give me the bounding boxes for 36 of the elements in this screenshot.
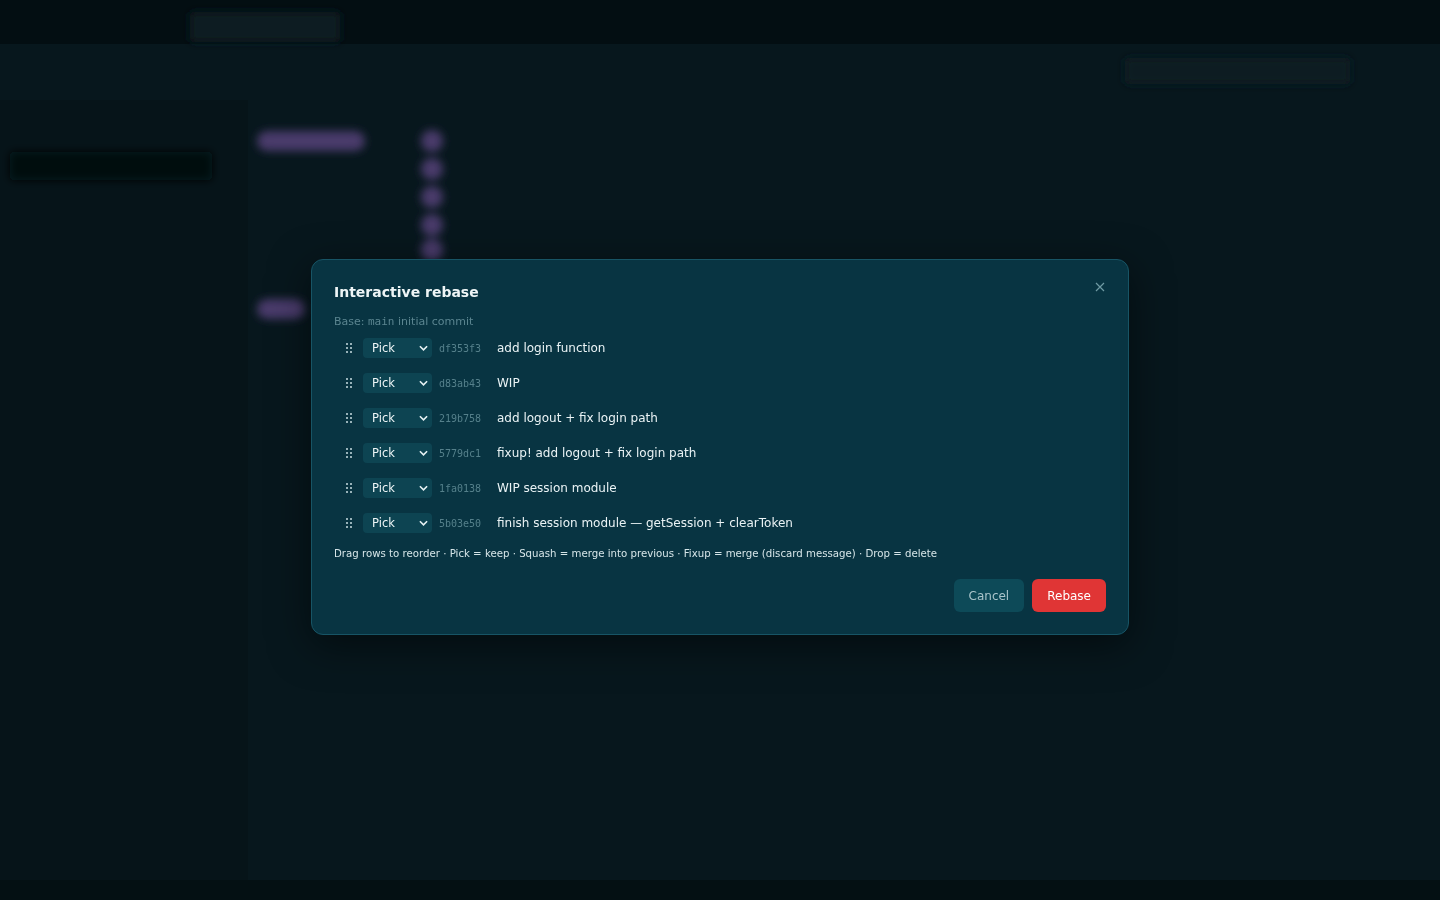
drag-handle-icon[interactable] bbox=[346, 448, 352, 458]
action-dropdown[interactable]: Pick bbox=[363, 443, 432, 463]
commit-hash: 5b03e50 bbox=[439, 517, 483, 529]
chevron-icon bbox=[419, 450, 428, 456]
commit-message: add logout + fix login path bbox=[497, 411, 658, 425]
commit-message: finish session module — getSession + clearToken bbox=[497, 516, 793, 530]
commit-message: add login function bbox=[497, 341, 606, 355]
action-dropdown[interactable]: Pick bbox=[363, 373, 432, 393]
drag-handle-icon[interactable] bbox=[346, 378, 352, 388]
chevron-icon bbox=[419, 485, 428, 491]
commit-hash: 219b758 bbox=[439, 412, 483, 424]
commit-hash: 1fa0138 bbox=[439, 482, 483, 494]
drag-handle-icon[interactable] bbox=[346, 518, 352, 528]
action-dropdown[interactable]: Pick bbox=[363, 478, 432, 498]
close-icon[interactable] bbox=[1095, 282, 1105, 292]
commit-hash: d83ab43 bbox=[439, 377, 483, 389]
action-dropdown[interactable]: Pick bbox=[363, 513, 432, 533]
commit-hash: df353f3 bbox=[439, 342, 483, 354]
action-dropdown[interactable]: Pick bbox=[363, 408, 432, 428]
hint-text: Drag rows to reorder · Pick = keep · Squash = merge into previous · Fixup = merge (discard message) · Drop = delete bbox=[334, 548, 939, 559]
cancel-button[interactable]: Cancel bbox=[953, 579, 1025, 612]
chevron-icon bbox=[419, 415, 428, 421]
commit-message: WIP session module bbox=[497, 481, 617, 495]
chevron-icon bbox=[419, 380, 428, 386]
commit-message: WIP bbox=[497, 376, 520, 390]
chevron-icon bbox=[419, 520, 428, 526]
drag-handle-icon[interactable] bbox=[346, 483, 352, 493]
chevron-icon bbox=[419, 345, 428, 351]
action-dropdown[interactable]: Pick bbox=[363, 338, 432, 358]
drag-handle-icon[interactable] bbox=[346, 413, 352, 423]
base-info: Base: main initial commit bbox=[334, 315, 475, 328]
dialog-title: Interactive rebase bbox=[334, 284, 479, 300]
commit-hash: 5779dc1 bbox=[439, 447, 483, 459]
commit-message: fixup! add logout + fix login path bbox=[497, 446, 697, 460]
drag-handle-icon[interactable] bbox=[346, 343, 352, 353]
rebase-button[interactable]: Rebase bbox=[1032, 579, 1106, 612]
